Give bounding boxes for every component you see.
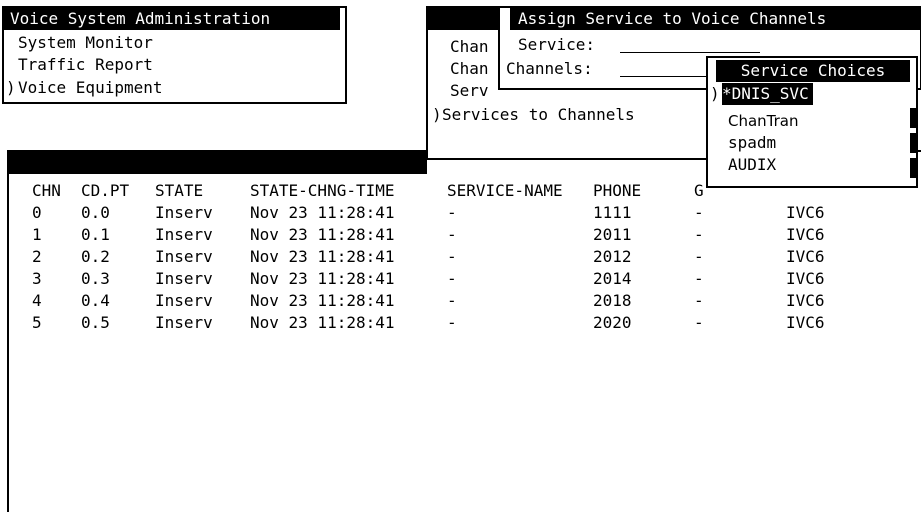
cell-state-chng-time: Nov 23 11:28:41	[250, 225, 395, 244]
cell-type: IVC6	[786, 203, 825, 222]
cell-chn: 4	[32, 291, 42, 310]
choice-item-dnis-svc[interactable]: *DNIS_SVC	[722, 83, 813, 105]
submenu-title-bar	[428, 8, 498, 30]
cell-chn: 0	[32, 203, 42, 222]
cell-cdpt: 0.2	[81, 247, 110, 266]
scroll-marker-2	[910, 133, 916, 153]
cell-cdpt: 0.5	[81, 313, 110, 332]
cell-state-chng-time: Nov 23 11:28:41	[250, 247, 395, 266]
submenu-item-serv[interactable]: Serv	[450, 80, 489, 102]
submenu-item-chan-2[interactable]: Chan	[450, 58, 489, 80]
cell-g: -	[694, 313, 704, 332]
col-header-state-chng-time: STATE-CHNG-TIME	[250, 181, 395, 200]
cell-state-chng-time: Nov 23 11:28:41	[250, 313, 395, 332]
cell-state: Inserv	[155, 225, 213, 244]
main-menu-window: Voice System Administration System Monit…	[2, 6, 347, 104]
submenu-selection-marker: )	[432, 105, 442, 124]
voice-window-title-bar: Voic	[9, 152, 427, 194]
scroll-marker-1	[910, 108, 916, 128]
cell-phone: 2012	[593, 247, 632, 266]
choice-item-audix[interactable]: AUDIX	[728, 154, 776, 176]
cell-phone: 2014	[593, 269, 632, 288]
cell-phone: 1111	[593, 203, 632, 222]
submenu-item-services-to-channels[interactable]: Services to Channels	[442, 104, 635, 126]
cell-state: Inserv	[155, 269, 213, 288]
cell-type: IVC6	[786, 225, 825, 244]
channels-label: Channels:	[506, 59, 593, 78]
menu-item-traffic-report[interactable]: Traffic Report	[18, 54, 153, 76]
cell-service-name: -	[447, 247, 457, 266]
service-choices-title: Service Choices	[716, 60, 910, 82]
cell-g: -	[694, 291, 704, 310]
cell-g: -	[694, 269, 704, 288]
cell-type: IVC6	[786, 269, 825, 288]
selection-marker: )	[6, 78, 16, 97]
col-header-chn: CHN	[32, 181, 61, 200]
cell-cdpt: 0.4	[81, 291, 110, 310]
cell-type: IVC6	[786, 313, 825, 332]
col-header-phone: PHONE	[593, 181, 642, 200]
service-label: Service:	[518, 35, 596, 54]
col-header-service-name: SERVICE-NAME	[447, 181, 563, 200]
cell-state-chng-time: Nov 23 11:28:41	[250, 203, 395, 222]
col-header-cdpt: CD.PT	[81, 181, 130, 200]
col-header-state: STATE	[155, 181, 204, 200]
cell-g: -	[694, 203, 704, 222]
cell-cdpt: 0.1	[81, 225, 110, 244]
scroll-marker-3	[910, 158, 916, 178]
cell-state: Inserv	[155, 203, 213, 222]
service-choices-popup: Service Choices ) *DNIS_SVC ChanTran spa…	[706, 56, 918, 188]
cell-state: Inserv	[155, 291, 213, 310]
submenu-item-chan-1[interactable]: Chan	[450, 36, 489, 58]
voice-equipment-window: Voic CHN CD.PT STATE STATE-CHNG-TIME SER…	[7, 150, 921, 512]
cell-phone: 2018	[593, 291, 632, 310]
cell-service-name: -	[447, 291, 457, 310]
cell-chn: 5	[32, 313, 42, 332]
cell-type: IVC6	[786, 291, 825, 310]
cell-service-name: -	[447, 269, 457, 288]
cell-chn: 1	[32, 225, 42, 244]
cell-chn: 2	[32, 247, 42, 266]
choice-item-spadm[interactable]: spadm	[728, 132, 776, 154]
cell-state-chng-time: Nov 23 11:28:41	[250, 291, 395, 310]
channels-input[interactable]	[620, 76, 720, 77]
cell-cdpt: 0.0	[81, 203, 110, 222]
cell-state-chng-time: Nov 23 11:28:41	[250, 269, 395, 288]
cell-g: -	[694, 225, 704, 244]
cell-service-name: -	[447, 203, 457, 222]
choice-selection-marker: )	[710, 84, 720, 103]
menu-item-voice-equipment[interactable]: Voice Equipment	[18, 77, 163, 99]
cell-state: Inserv	[155, 313, 213, 332]
cell-phone: 2011	[593, 225, 632, 244]
cell-phone: 2020	[593, 313, 632, 332]
cell-cdpt: 0.3	[81, 269, 110, 288]
main-menu-title: Voice System Administration	[4, 8, 340, 30]
cell-service-name: -	[447, 225, 457, 244]
service-input[interactable]	[620, 52, 760, 53]
cell-g: -	[694, 247, 704, 266]
col-header-g: G	[694, 181, 704, 200]
assign-form-title: Assign Service to Voice Channels	[510, 8, 921, 30]
choice-item-chantran[interactable]: ChanTran	[728, 110, 799, 132]
cell-chn: 3	[32, 269, 42, 288]
cell-service-name: -	[447, 313, 457, 332]
menu-item-system-monitor[interactable]: System Monitor	[18, 32, 153, 54]
cell-state: Inserv	[155, 247, 213, 266]
cell-type: IVC6	[786, 247, 825, 266]
